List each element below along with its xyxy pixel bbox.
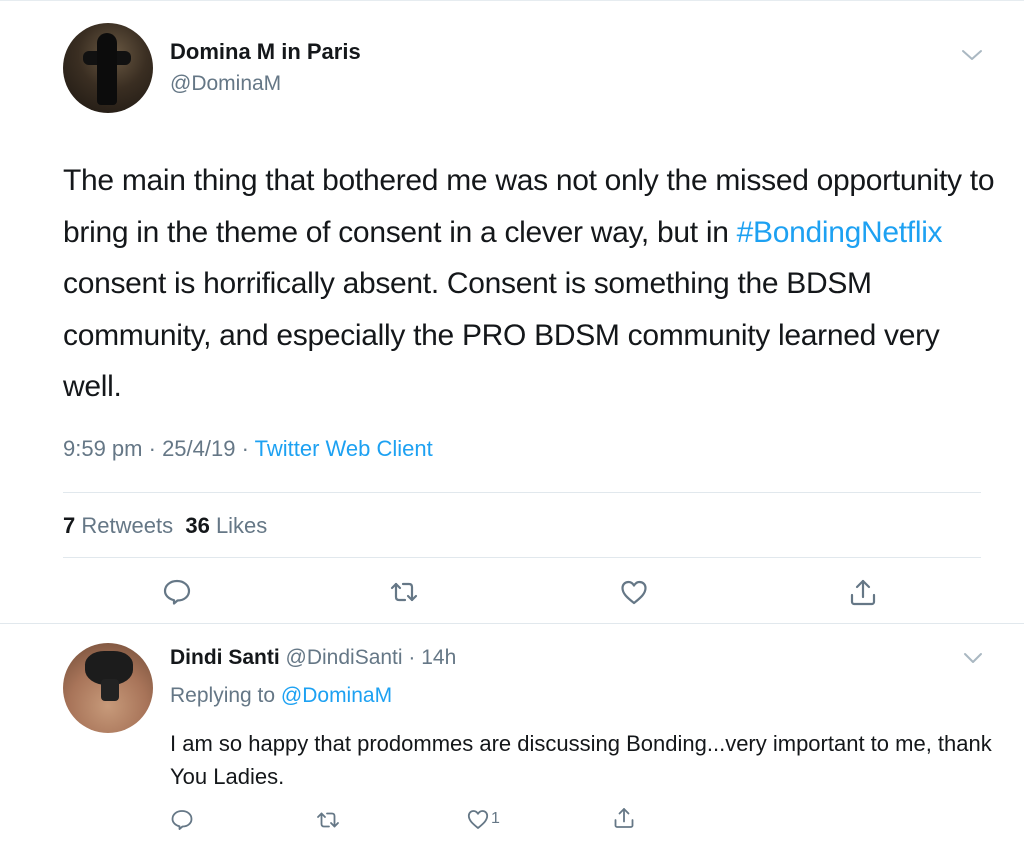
replying-label: Replying to (170, 684, 276, 707)
chevron-down-icon[interactable] (962, 650, 984, 666)
hashtag-link[interactable]: #BondingNetflix (737, 216, 943, 249)
reply-author-line: Dindi Santi @DindiSanti · 14h (170, 646, 457, 669)
reply-author-handle[interactable]: @DindiSanti (286, 646, 403, 669)
tweet-source-link[interactable]: Twitter Web Client (255, 436, 433, 461)
tweet-time: 9:59 pm (63, 436, 143, 461)
share-icon[interactable] (848, 577, 878, 607)
reply-age[interactable]: 14h (421, 646, 456, 669)
likes-stat[interactable]: 36 Likes (185, 513, 267, 538)
chevron-down-icon[interactable] (960, 46, 984, 64)
author-handle[interactable]: @DominaM (170, 72, 281, 96)
tweet-text: The main thing that bothered me was not … (63, 155, 1003, 413)
retweets-label: Retweets (81, 513, 174, 538)
likes-label: Likes (215, 513, 268, 538)
retweet-icon[interactable] (316, 808, 340, 832)
share-icon[interactable] (612, 806, 636, 830)
tweet-date: 25/4/19 (162, 436, 236, 461)
reply-icon[interactable] (162, 577, 192, 607)
replying-to-link[interactable]: @DominaM (281, 684, 392, 707)
tweet-meta: 9:59 pm · 25/4/19 · Twitter Web Client (63, 436, 433, 461)
retweets-stat[interactable]: 7 Retweets (63, 513, 173, 538)
like-button[interactable]: 1 (466, 806, 500, 832)
retweets-count: 7 (63, 513, 76, 538)
reply-text: I am so happy that prodommes are discuss… (170, 731, 992, 789)
author-name[interactable]: Domina M in Paris (170, 39, 361, 65)
divider (63, 557, 981, 558)
tweet-text-part: consent is horrifically absent. Consent … (63, 267, 940, 403)
replying-to: Replying to @DominaM (170, 684, 392, 708)
reply-author-name[interactable]: Dindi Santi (170, 646, 280, 669)
divider (63, 492, 981, 493)
retweet-icon[interactable] (389, 577, 419, 607)
heart-icon[interactable] (466, 807, 490, 831)
likes-count: 36 (185, 513, 210, 538)
reply-author-avatar[interactable] (63, 643, 153, 733)
heart-icon[interactable] (619, 577, 649, 607)
reply-like-count: 1 (491, 810, 500, 827)
author-avatar[interactable] (63, 23, 153, 113)
divider (0, 623, 1024, 624)
tweet-stats: 7 Retweets 36 Likes (63, 513, 267, 539)
reply-icon[interactable] (170, 808, 194, 832)
top-divider (0, 0, 1024, 1)
